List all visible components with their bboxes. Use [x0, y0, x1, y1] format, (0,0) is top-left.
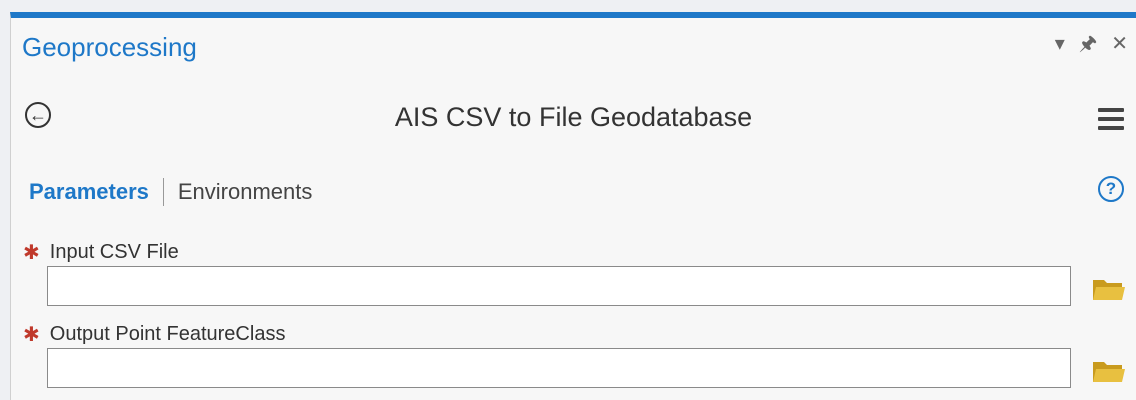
tab-bar: Parameters Environments	[29, 178, 312, 206]
browse-folder-icon[interactable]	[1092, 276, 1126, 302]
browse-folder-icon[interactable]	[1092, 358, 1126, 384]
output-point-featureclass-field[interactable]	[47, 348, 1071, 388]
help-icon[interactable]: ?	[1098, 176, 1124, 202]
param-label-text: Input CSV File	[49, 241, 179, 263]
param-label-input-csv: ✱ Input CSV File	[23, 240, 179, 265]
tab-divider	[162, 178, 164, 206]
chevron-down-icon[interactable]: ▾	[1055, 34, 1065, 54]
required-asterisk-icon: ✱	[23, 324, 40, 346]
hamburger-menu-icon[interactable]	[1098, 108, 1124, 135]
required-asterisk-icon: ✱	[23, 242, 40, 264]
tool-title: AIS CSV to File Geodatabase	[394, 102, 753, 132]
param-label-output-feature-class: ✱ Output Point FeatureClass	[23, 322, 285, 347]
window-controls: ▾ 🖈 ✕	[1055, 34, 1128, 54]
input-csv-file-field[interactable]	[47, 266, 1071, 306]
pane-title: Geoprocessing	[22, 32, 197, 62]
pin-icon[interactable]: 🖈	[1079, 34, 1098, 54]
tab-parameters[interactable]: Parameters	[29, 179, 149, 205]
geoprocessing-pane: Geoprocessing ▾ 🖈 ✕ ← AIS CSV to File Ge…	[10, 12, 1136, 400]
tab-environments[interactable]: Environments	[178, 179, 313, 205]
param-label-text: Output Point FeatureClass	[49, 323, 286, 345]
close-icon[interactable]: ✕	[1111, 34, 1128, 54]
